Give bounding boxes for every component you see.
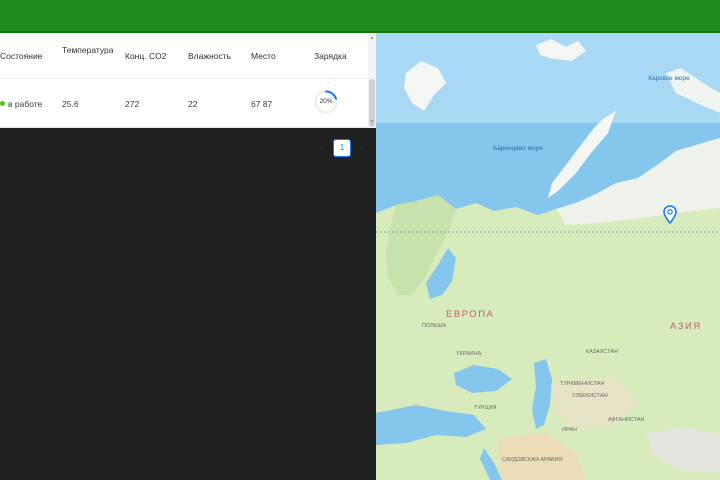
column-co2[interactable]: Конц. CO2 bbox=[125, 49, 166, 64]
map-label-poland: ПОЛЬША bbox=[422, 323, 447, 329]
map-label-iran: ИРАН bbox=[562, 427, 577, 433]
scroll-down-icon[interactable]: ▼ bbox=[368, 119, 376, 125]
column-status[interactable]: Состояние bbox=[0, 49, 42, 64]
map-label-europe: ЕВРОПА bbox=[446, 309, 495, 320]
cell-co2: 272 bbox=[125, 99, 140, 109]
map-label-turkmenistan: ТУРКМЕНИСТАН bbox=[560, 381, 605, 387]
column-temperature[interactable]: Температура bbox=[62, 43, 113, 58]
cell-place: 67 87 bbox=[251, 99, 273, 109]
cell-temperature: 25.6 bbox=[62, 99, 79, 109]
map-canvas bbox=[376, 33, 720, 480]
map-label-saudi-arabia: САУДОВСКАЯ АРАВИЯ bbox=[502, 457, 563, 463]
scroll-up-icon[interactable]: ▲ bbox=[368, 35, 376, 41]
map-label-kazakhstan: КАЗАХСТАН bbox=[586, 349, 618, 355]
charge-progress-circle: 20% bbox=[314, 90, 338, 114]
map-label-uzbekistan: УЗБЕКИСТАН bbox=[572, 393, 608, 399]
map-label-kara-sea: Карское море bbox=[648, 75, 690, 82]
map-label-ukraine: УКРАИНА bbox=[456, 351, 482, 357]
table-row[interactable]: в работе 25.6 272 22 67 87 20% bbox=[0, 80, 368, 127]
sensor-table: Состояние Температура Конц. CO2 Влажност… bbox=[0, 33, 376, 128]
status-dot-icon bbox=[0, 101, 5, 106]
charge-label: 20% bbox=[319, 98, 333, 105]
map-view[interactable]: Карское море Баренцево море ЕВРОПА АЗИЯ … bbox=[376, 33, 720, 480]
map-label-afghanistan: АФГАНИСТАН bbox=[608, 417, 645, 423]
cell-humidity: 22 bbox=[188, 99, 198, 109]
cell-status: в работе bbox=[8, 99, 43, 109]
pagination-page-1[interactable]: 1 bbox=[333, 139, 351, 157]
table-scrollbar[interactable]: ▲ ▼ bbox=[368, 33, 376, 128]
pagination-prev-icon[interactable]: ‹ bbox=[320, 139, 323, 157]
column-place[interactable]: Место bbox=[251, 49, 276, 64]
map-label-barents-sea: Баренцево море bbox=[492, 145, 544, 152]
pagination-next-icon[interactable]: › bbox=[360, 139, 363, 157]
map-label-turkey: ТУРЦИЯ bbox=[474, 405, 497, 411]
map-label-asia: АЗИЯ bbox=[670, 321, 702, 332]
table-header: Состояние Температура Конц. CO2 Влажност… bbox=[0, 33, 368, 79]
column-charge[interactable]: Зарядка bbox=[314, 49, 347, 64]
left-panel: Состояние Температура Конц. CO2 Влажност… bbox=[0, 33, 376, 480]
top-bar bbox=[0, 0, 720, 33]
location-pin-icon[interactable] bbox=[663, 205, 677, 225]
column-humidity[interactable]: Влажность bbox=[188, 49, 231, 64]
